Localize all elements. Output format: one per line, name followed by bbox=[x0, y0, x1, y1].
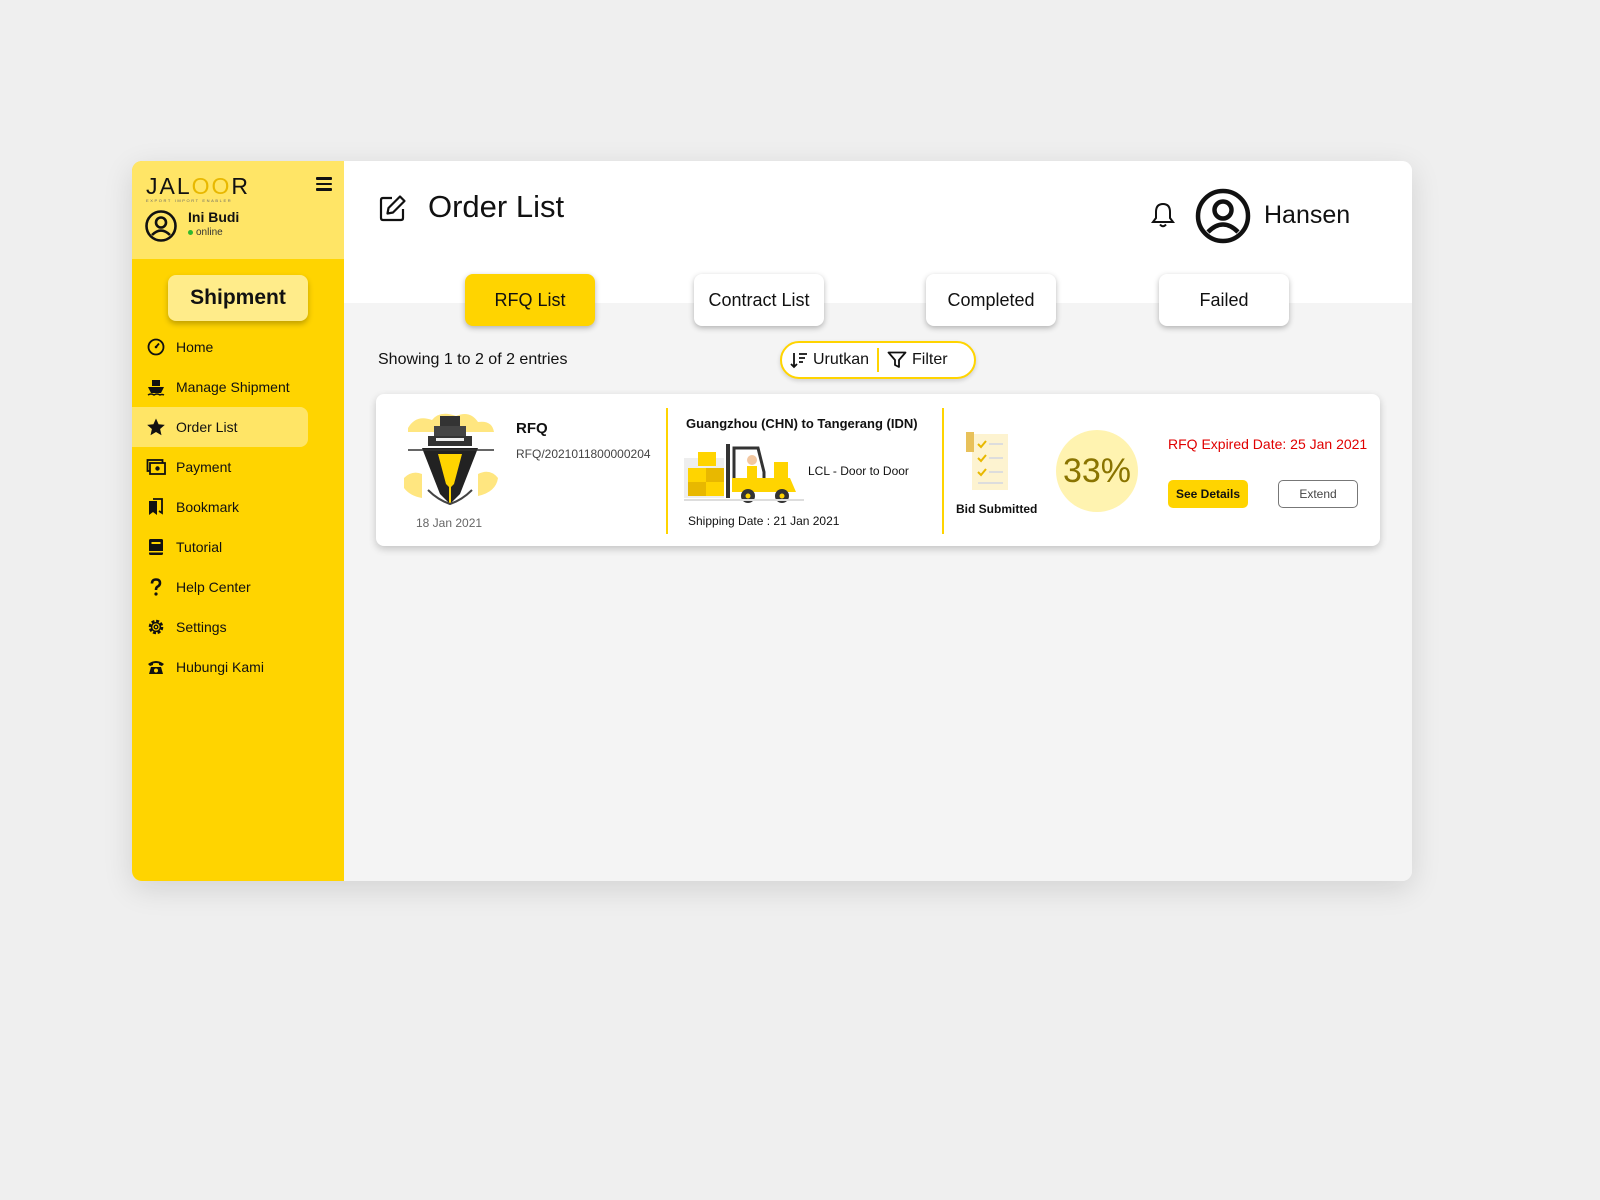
forklift-illustration bbox=[684, 444, 804, 503]
filter-icon bbox=[887, 351, 907, 368]
sidebar-item-order-list[interactable]: Order List bbox=[132, 407, 344, 447]
bid-status: Bid Submitted bbox=[956, 502, 1038, 516]
sidebar-user: Ini Budi online bbox=[144, 209, 239, 243]
extend-button[interactable]: Extend bbox=[1278, 480, 1358, 508]
card-divider bbox=[666, 408, 668, 534]
progress-percent: 33% bbox=[1056, 430, 1138, 512]
card-divider bbox=[942, 408, 944, 534]
sidebar-item-bookmark[interactable]: Bookmark bbox=[132, 487, 344, 527]
sort-button[interactable]: Urutkan bbox=[782, 343, 877, 377]
tab-failed[interactable]: Failed bbox=[1159, 274, 1289, 326]
main-content: Order List Hansen RFQ List Contract List… bbox=[344, 161, 1412, 881]
sidebar: JALOOR EXPORT IMPORT ENABLER Ini Budi on… bbox=[132, 161, 344, 881]
checklist-document-icon bbox=[966, 432, 1008, 490]
sort-filter-bar: Urutkan Filter bbox=[780, 341, 976, 379]
book-icon bbox=[149, 539, 163, 555]
see-details-button[interactable]: See Details bbox=[1168, 480, 1248, 508]
online-status: online bbox=[188, 227, 239, 238]
online-dot-icon bbox=[188, 230, 193, 235]
user-avatar-icon bbox=[145, 210, 177, 242]
sidebar-header: JALOOR EXPORT IMPORT ENABLER Ini Budi on… bbox=[132, 161, 344, 259]
payment-icon bbox=[146, 459, 166, 475]
created-date: 18 Jan 2021 bbox=[416, 516, 483, 530]
tab-contract-list[interactable]: Contract List bbox=[694, 274, 824, 326]
shipment-route: Guangzhou (CHN) to Tangerang (IDN) bbox=[686, 416, 918, 431]
speedometer-icon bbox=[147, 338, 165, 356]
service-type: LCL - Door to Door bbox=[808, 464, 909, 478]
ship-icon bbox=[147, 380, 165, 396]
brand-logo[interactable]: JALOOR EXPORT IMPORT ENABLER bbox=[146, 173, 256, 203]
hamburger-icon bbox=[316, 177, 332, 180]
order-type: RFQ bbox=[516, 420, 548, 437]
sidebar-user-name: Ini Budi bbox=[188, 209, 240, 225]
edit-icon bbox=[379, 195, 406, 222]
shipment-section-button[interactable]: Shipment bbox=[168, 275, 308, 321]
sidebar-item-payment[interactable]: Payment bbox=[132, 447, 344, 487]
page-title: Order List bbox=[428, 189, 565, 224]
app-window: JALOOR EXPORT IMPORT ENABLER Ini Budi on… bbox=[132, 161, 1412, 881]
expired-date: RFQ Expired Date: 25 Jan 2021 bbox=[1168, 436, 1368, 452]
bookmark-icon bbox=[149, 498, 163, 515]
user-avatar-icon[interactable] bbox=[1195, 188, 1251, 244]
sidebar-item-tutorial[interactable]: Tutorial bbox=[132, 527, 344, 567]
bell-icon[interactable] bbox=[1150, 201, 1176, 229]
phone-icon bbox=[148, 661, 164, 674]
header-user-name[interactable]: Hansen bbox=[1264, 201, 1350, 230]
order-code: RFQ/2021011800000204 bbox=[516, 447, 651, 461]
question-icon bbox=[150, 578, 162, 596]
sidebar-nav: Home Manage Shipment Order List Payment … bbox=[132, 327, 344, 687]
sort-icon bbox=[790, 353, 807, 369]
star-icon bbox=[147, 418, 165, 436]
tab-completed[interactable]: Completed bbox=[926, 274, 1056, 326]
tab-rfq-list[interactable]: RFQ List bbox=[465, 274, 595, 326]
shipping-date: Shipping Date : 21 Jan 2021 bbox=[688, 514, 840, 528]
sidebar-item-help-center[interactable]: Help Center bbox=[132, 567, 344, 607]
filter-button[interactable]: Filter bbox=[879, 343, 956, 377]
menu-toggle-button[interactable] bbox=[316, 177, 332, 191]
entries-count: Showing 1 to 2 of 2 entries bbox=[378, 351, 568, 368]
sidebar-item-settings[interactable]: Settings bbox=[132, 607, 344, 647]
sidebar-item-home[interactable]: Home bbox=[132, 327, 344, 367]
order-card[interactable]: 18 Jan 2021 RFQ RFQ/2021011800000204 Gua… bbox=[376, 394, 1380, 546]
sidebar-item-hubungi-kami[interactable]: Hubungi Kami bbox=[132, 647, 344, 687]
sidebar-item-manage-shipment[interactable]: Manage Shipment bbox=[132, 367, 344, 407]
ship-illustration bbox=[404, 413, 498, 506]
gear-icon bbox=[148, 619, 164, 635]
